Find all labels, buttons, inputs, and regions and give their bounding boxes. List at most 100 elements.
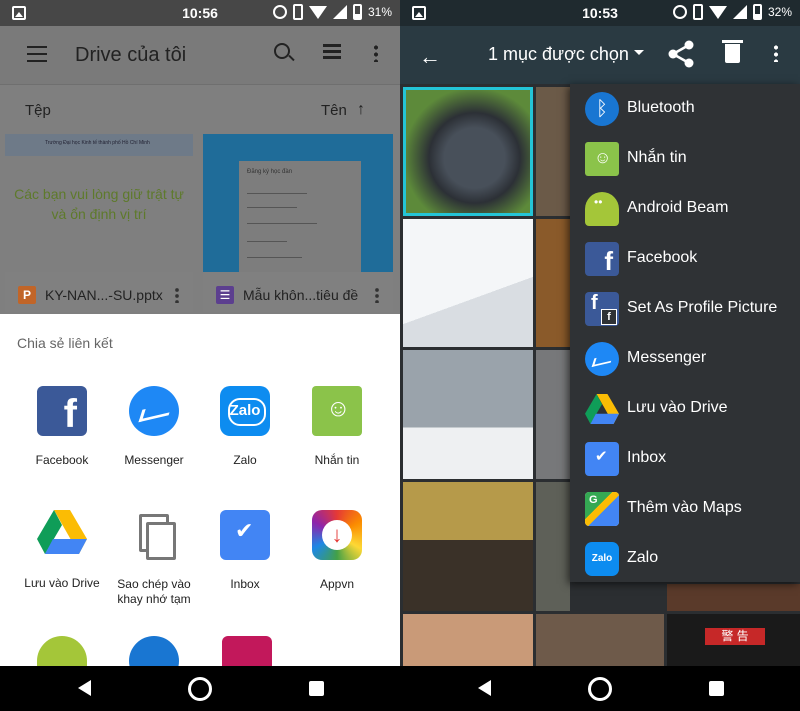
share-menu: ᛒ Bluetooth Nhắn tin Android Beam f Face… [570, 84, 800, 582]
messaging-icon [312, 386, 362, 436]
file-grid: Trường Đại học Kinh tế thành phố Hồ Chí … [0, 134, 400, 314]
photo-gorilla-selected[interactable] [403, 87, 533, 216]
share-sheet: Chia sẻ liên kết f Facebook Messenger Za… [0, 318, 400, 666]
form-line [247, 223, 317, 224]
share-label-line: Sao chép vào [117, 577, 191, 591]
menu-item-zalo[interactable]: Zalo Zalo [570, 534, 800, 584]
photo-tile[interactable] [536, 482, 570, 611]
search-icon[interactable] [274, 43, 290, 59]
nav-recents-icon[interactable] [309, 681, 324, 696]
slide-text: Các bạn vui lòng giữ trật tự và ổn định … [5, 184, 193, 224]
menu-item-drive[interactable]: Lưu vào Drive [570, 384, 800, 434]
menu-icon[interactable] [27, 46, 47, 62]
file-card[interactable]: Trường Đại học Kinh tế thành phố Hồ Chí … [5, 134, 193, 312]
file-more-icon[interactable] [175, 287, 179, 303]
slide-text-line: Các bạn vui lòng giữ trật tự [14, 186, 184, 202]
inbox-icon [585, 442, 619, 476]
selection-count-title[interactable]: 1 mục được chọn [488, 44, 629, 65]
share-drive[interactable]: Lưu vào Drive [12, 510, 112, 591]
share-label: Sao chép vào khay nhớ tạm [104, 577, 204, 607]
navigation-bar [400, 666, 800, 711]
list-view-icon[interactable] [323, 44, 341, 60]
share-messaging[interactable]: Nhắn tin [287, 386, 387, 468]
battery-percent: 32% [767, 5, 792, 19]
photo-portrait[interactable] [403, 614, 533, 666]
drive-toolbar: Drive của tôi [0, 26, 400, 84]
photo-room[interactable] [536, 614, 664, 666]
wifi-icon [308, 5, 327, 19]
photo-tile[interactable] [536, 219, 570, 347]
file-name: KY-NAN...-SU.pptx [45, 287, 163, 303]
appvn-icon [312, 510, 362, 560]
file-more-icon[interactable] [375, 287, 379, 303]
menu-item-label: Zalo [627, 549, 659, 566]
android-icon[interactable] [37, 636, 87, 666]
share-icon[interactable] [668, 40, 694, 68]
menu-item-bluetooth[interactable]: ᛒ Bluetooth [570, 84, 800, 134]
drive-icon [585, 394, 619, 424]
menu-item-label: Inbox [627, 449, 667, 466]
share-appvn[interactable]: Appvn [287, 510, 387, 592]
wifi-icon [708, 5, 727, 19]
sort-by-name-button[interactable]: Tên [321, 102, 347, 119]
share-facebook[interactable]: f Facebook [12, 386, 112, 468]
photo-buffalo[interactable] [403, 482, 533, 611]
photo-tile[interactable] [536, 350, 570, 479]
signal-icon [732, 5, 747, 19]
menu-item-set-profile-picture[interactable]: Set As Profile Picture [570, 284, 800, 334]
photo-tile[interactable] [667, 584, 800, 611]
form-line [247, 193, 307, 194]
nav-recents-icon[interactable] [709, 681, 724, 696]
powerpoint-icon: P [18, 286, 36, 304]
messaging-icon [585, 142, 619, 176]
file-thumbnail: Trường Đại học Kinh tế thành phố Hồ Chí … [5, 134, 193, 272]
form-line [247, 257, 302, 258]
slide-banner-text: Trường Đại học Kinh tế thành phố Hồ Chí … [45, 140, 150, 146]
battery-icon [352, 4, 362, 20]
youtube-icon[interactable] [222, 636, 272, 666]
menu-item-messaging[interactable]: Nhắn tin [570, 134, 800, 184]
menu-item-label: Bluetooth [627, 99, 695, 116]
share-zalo[interactable]: Zalo Zalo [195, 386, 295, 468]
menu-item-label: Lưu vào Drive [627, 399, 728, 416]
menu-item-inbox[interactable]: Inbox [570, 434, 800, 484]
nav-back-icon[interactable] [478, 680, 491, 696]
back-arrow-icon[interactable]: ← [419, 44, 441, 70]
form-preview: Đăng ký học đàn [239, 161, 361, 272]
share-copy-clipboard[interactable]: Sao chép vào khay nhớ tạm [104, 510, 204, 607]
nav-back-icon[interactable] [78, 680, 91, 696]
photo-snow[interactable] [403, 219, 533, 347]
file-card[interactable]: Đăng ký học đàn ☰ Mẫu khôn...tiêu đề [203, 134, 393, 312]
navigation-bar [0, 666, 400, 711]
nav-home-icon[interactable] [588, 677, 612, 701]
sort-bar: Tệp Tên ↑ [0, 84, 400, 134]
photo-warning[interactable]: 警 告 [667, 614, 800, 666]
photo-tile[interactable] [536, 87, 570, 216]
more-options-icon[interactable] [374, 44, 378, 62]
messenger-icon [585, 342, 619, 376]
share-inbox[interactable]: Inbox [195, 510, 295, 592]
menu-item-android-beam[interactable]: Android Beam [570, 184, 800, 234]
vibrate-icon [292, 4, 303, 20]
menu-item-label: Thêm vào Maps [627, 499, 742, 516]
more-options-icon[interactable] [774, 44, 778, 62]
nav-home-icon[interactable] [188, 677, 212, 701]
status-icons: 31% [272, 4, 392, 20]
menu-item-maps[interactable]: Thêm vào Maps [570, 484, 800, 534]
delete-icon[interactable] [722, 40, 743, 63]
share-label: Inbox [230, 577, 260, 591]
bluetooth-icon[interactable] [129, 636, 179, 666]
photo-penguins[interactable] [403, 350, 533, 479]
menu-item-label: Android Beam [627, 199, 729, 216]
menu-item-facebook[interactable]: f Facebook [570, 234, 800, 284]
menu-item-messenger[interactable]: Messenger [570, 334, 800, 384]
menu-item-label: Set As Profile Picture [627, 299, 778, 316]
sort-arrow-up-icon[interactable]: ↑ [357, 101, 365, 119]
gallery-share-screen: 10:53 32% ← 1 mục được chọn 警 告 ᛒ Blueto… [400, 0, 800, 666]
slide-banner: Trường Đại học Kinh tế thành phố Hồ Chí … [5, 134, 193, 156]
menu-item-label: Messenger [627, 349, 707, 366]
vibrate-icon [692, 4, 703, 20]
dropdown-caret-icon[interactable] [634, 50, 644, 55]
alarm-icon [272, 5, 287, 19]
share-messenger[interactable]: Messenger [104, 386, 204, 468]
